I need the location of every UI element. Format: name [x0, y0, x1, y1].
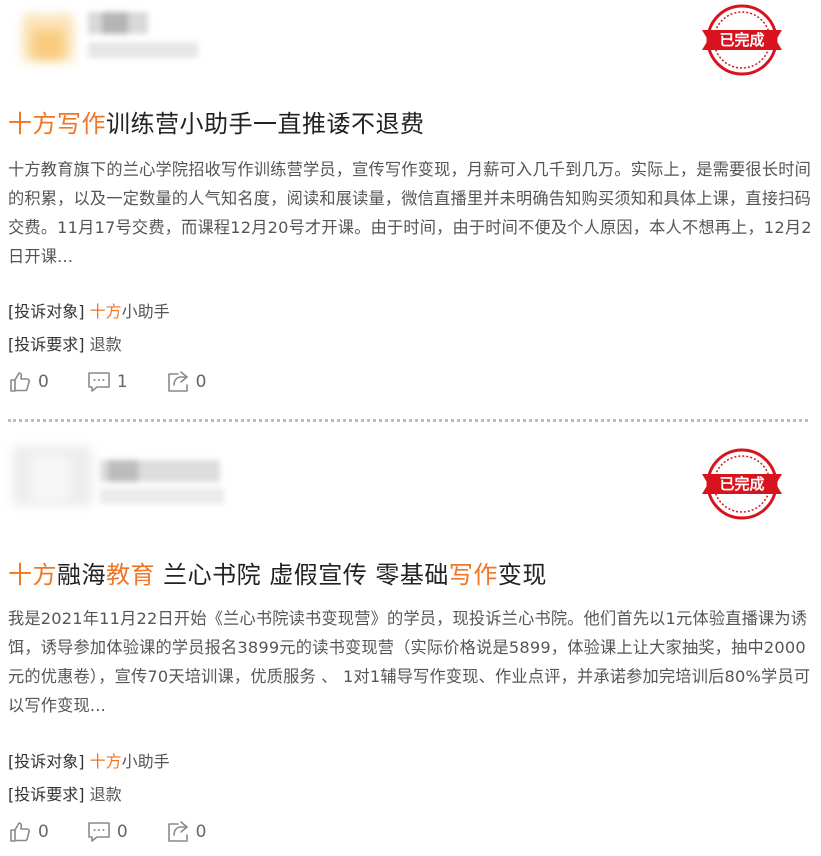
target-value[interactable]: 十方小助手 — [90, 302, 170, 321]
completed-stamp-icon: 已完成 — [702, 448, 782, 520]
title-highlight[interactable]: 十方 — [8, 561, 57, 589]
user-name-blurred — [100, 460, 225, 506]
complaint-request: [投诉要求] 退款 — [8, 331, 122, 355]
thumbs-up-icon — [10, 822, 30, 842]
title-text[interactable]: 变现 — [498, 561, 547, 589]
comment-button[interactable]: 1 — [87, 370, 128, 394]
target-label: [投诉对象] — [8, 752, 85, 771]
like-count: 0 — [38, 372, 49, 392]
thumbs-up-icon — [10, 372, 30, 392]
stamp-text: 已完成 — [719, 475, 764, 493]
title-text[interactable]: 训练营小助手一直推诿不退费 — [106, 110, 425, 138]
complaint-request: [投诉要求] 退款 — [8, 781, 122, 805]
request-label: [投诉要求] — [8, 335, 85, 354]
share-button[interactable]: 0 — [166, 370, 207, 394]
complaint-target: [投诉对象] 十方小助手 — [8, 298, 170, 322]
complaint-title[interactable]: 十方写作训练营小助手一直推诿不退费 — [8, 104, 425, 139]
comment-icon — [88, 822, 110, 842]
complaint-title[interactable]: 十方融海教育 兰心书院 虚假宣传 零基础写作变现 — [8, 555, 547, 590]
post-divider — [8, 419, 808, 422]
user-avatar[interactable] — [22, 14, 74, 62]
action-bar: 0 1 0 — [8, 370, 244, 394]
target-value[interactable]: 十方小助手 — [90, 752, 170, 771]
comment-count: 0 — [116, 822, 128, 842]
title-highlight[interactable]: 写作 — [449, 561, 498, 589]
user-avatar[interactable] — [12, 446, 92, 506]
comment-count: 1 — [116, 372, 128, 392]
title-highlight[interactable]: 教育 — [106, 561, 155, 589]
like-button[interactable]: 0 — [8, 370, 49, 394]
action-bar: 0 0 0 — [8, 820, 244, 844]
share-icon — [167, 821, 188, 842]
title-text[interactable]: 兰心书院 虚假宣传 零基础 — [155, 561, 449, 589]
request-label: [投诉要求] — [8, 785, 85, 804]
like-count: 0 — [38, 822, 49, 842]
completed-stamp-icon: 已完成 — [702, 4, 782, 76]
complaint-card[interactable]: 已完成 十方融海教育 兰心书院 虚假宣传 零基础写作变现 我是2021年11月2… — [0, 424, 821, 856]
share-icon — [167, 371, 188, 392]
title-highlight[interactable]: 十方写作 — [8, 110, 106, 138]
comment-icon — [88, 372, 110, 392]
user-name-blurred — [88, 12, 200, 64]
like-button[interactable]: 0 — [8, 820, 49, 844]
request-value: 退款 — [89, 335, 122, 354]
target-label: [投诉对象] — [8, 302, 85, 321]
complaint-description[interactable]: 我是2021年11月22日开始《兰心书院读书变现营》的学员，现投诉兰心书院。他们… — [8, 604, 813, 720]
request-value: 退款 — [89, 785, 122, 804]
share-count: 0 — [195, 822, 207, 842]
share-count: 0 — [195, 372, 207, 392]
complaint-target: [投诉对象] 十方小助手 — [8, 748, 170, 772]
title-text[interactable]: 融海 — [57, 561, 106, 589]
stamp-text: 已完成 — [719, 31, 764, 49]
share-button[interactable]: 0 — [166, 820, 207, 844]
complaint-card[interactable]: 已完成 十方写作训练营小助手一直推诿不退费 十方教育旗下的兰心学院招收写作训练营… — [0, 0, 821, 424]
complaint-description[interactable]: 十方教育旗下的兰心学院招收写作训练营学员，宣传写作变现，月薪可入几千到几万。实际… — [8, 155, 813, 271]
comment-button[interactable]: 0 — [87, 820, 128, 844]
